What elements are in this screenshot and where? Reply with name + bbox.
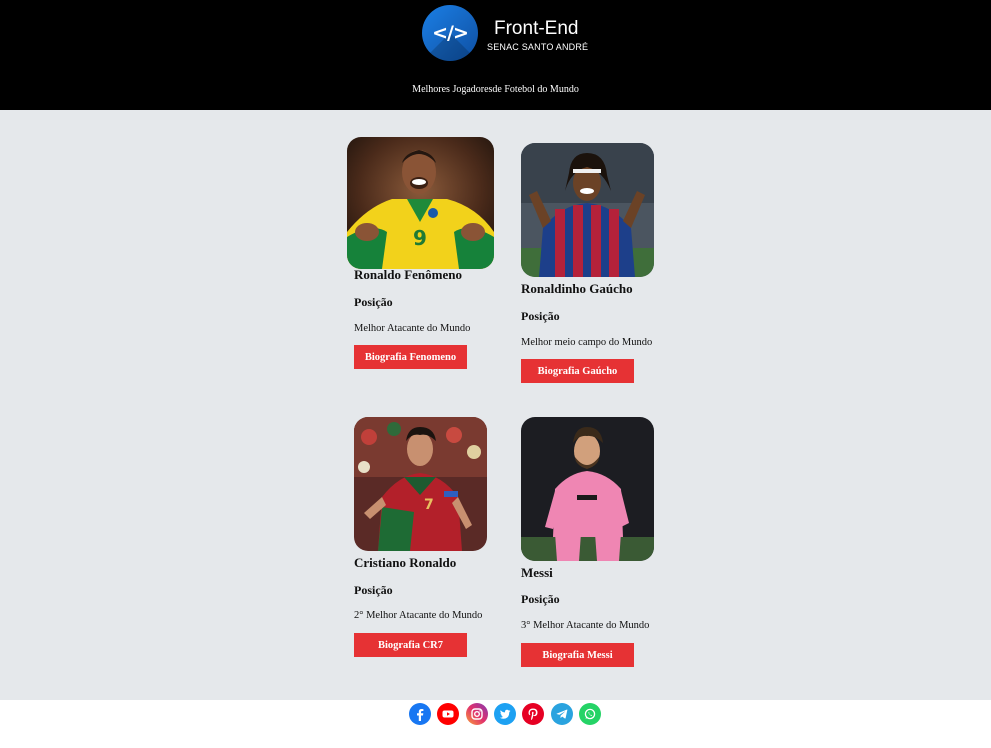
pinterest-icon[interactable] <box>522 703 544 725</box>
svg-text:7: 7 <box>424 497 434 513</box>
player-description: Melhor meio campo do Mundo <box>521 337 653 348</box>
player-name: Ronaldo Fenômeno <box>354 267 462 282</box>
instagram-icon[interactable] <box>466 703 488 725</box>
site-header: </> Front-End SENAC SANTO ANDRÉ Melhores… <box>0 0 991 110</box>
player-photo <box>521 143 654 277</box>
whatsapp-icon[interactable] <box>579 703 601 725</box>
site-footer <box>0 700 991 748</box>
player-position-label: Posição <box>354 583 393 597</box>
player-photo: 9 <box>347 137 494 269</box>
player-position-label: Posição <box>521 592 560 606</box>
player-position-label: Posição <box>354 295 393 309</box>
player-name: Messi <box>521 565 553 580</box>
player-name: Ronaldinho Gaúcho <box>521 281 633 296</box>
biography-button-gaucho[interactable]: Biografia Gaúcho <box>521 359 634 383</box>
facebook-icon[interactable] <box>409 703 431 725</box>
code-logo-icon[interactable]: </> <box>422 5 478 61</box>
player-photo: 7 <box>354 417 487 551</box>
telegram-icon[interactable] <box>551 703 573 725</box>
player-description: Melhor Atacante do Mundo <box>354 323 471 334</box>
player-description: 2° Melhor Atacante do Mundo <box>354 610 483 621</box>
page-tagline: Melhores Jogadoresde Fotebol do Mundo <box>412 84 579 95</box>
player-position-label: Posição <box>521 309 560 323</box>
brand-subtitle: SENAC SANTO ANDRÉ <box>487 42 589 52</box>
youtube-icon[interactable] <box>437 703 459 725</box>
brand-title: Front-End <box>494 18 579 39</box>
player-description: 3° Melhor Atacante do Mundo <box>521 620 650 631</box>
biography-button-cr7[interactable]: Biografia CR7 <box>354 633 467 657</box>
svg-text:9: 9 <box>413 226 427 250</box>
player-photo <box>521 417 654 561</box>
biography-button-messi[interactable]: Biografia Messi <box>521 643 634 667</box>
logo-glyph: </> <box>432 22 469 44</box>
twitter-icon[interactable] <box>494 703 516 725</box>
player-name: Cristiano Ronaldo <box>354 555 457 570</box>
biography-button-fenomeno[interactable]: Biografia Fenomeno <box>354 345 467 369</box>
